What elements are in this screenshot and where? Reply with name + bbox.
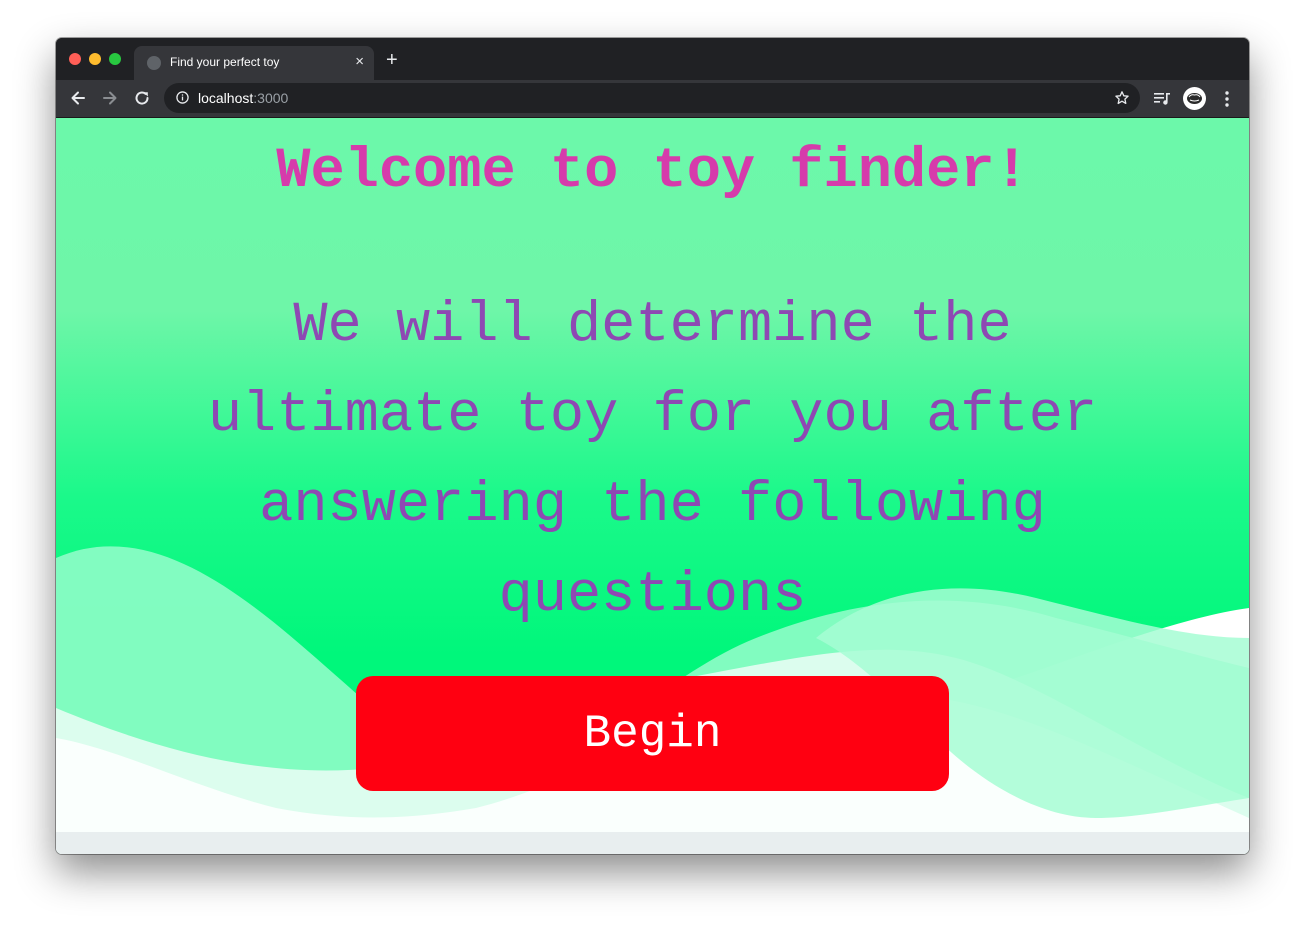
window-close-icon[interactable]: [69, 53, 81, 65]
reload-icon[interactable]: [132, 88, 152, 108]
intro-text: We will determine the ultimate toy for y…: [207, 294, 1098, 628]
browser-tab[interactable]: Find your perfect toy ×: [134, 46, 374, 80]
page-viewport: Welcome to toy finder! We will determine…: [56, 118, 1249, 854]
tab-title: Find your perfect toy: [170, 55, 280, 69]
tab-bar: Find your perfect toy × +: [56, 38, 1249, 80]
new-tab-icon[interactable]: +: [386, 50, 398, 70]
url-host: localhost: [198, 90, 254, 106]
url-text[interactable]: localhost:3000: [198, 90, 288, 106]
star-icon[interactable]: [1114, 90, 1130, 106]
info-icon[interactable]: [176, 91, 189, 104]
arrow-right-icon[interactable]: [100, 88, 120, 108]
kebab-menu-icon[interactable]: [1219, 90, 1235, 108]
arrow-left-icon[interactable]: [68, 88, 88, 108]
globe-icon: [147, 56, 161, 70]
begin-button[interactable]: Begin: [356, 676, 949, 791]
address-bar[interactable]: localhost:3000: [164, 83, 1140, 113]
media-playlist-icon[interactable]: [1153, 91, 1171, 107]
avatar-icon[interactable]: [1183, 87, 1206, 110]
window-maximize-icon[interactable]: [109, 53, 121, 65]
page-title: Welcome to toy finder!: [276, 140, 1029, 204]
tab-close-icon[interactable]: ×: [355, 53, 364, 71]
url-port: :3000: [253, 90, 289, 106]
browser-toolbar: localhost:3000: [56, 80, 1249, 118]
bottom-divider: [56, 832, 1249, 854]
browser-window: Find your perfect toy × + localhost:3000: [56, 38, 1249, 854]
window-minimize-icon[interactable]: [89, 53, 101, 65]
